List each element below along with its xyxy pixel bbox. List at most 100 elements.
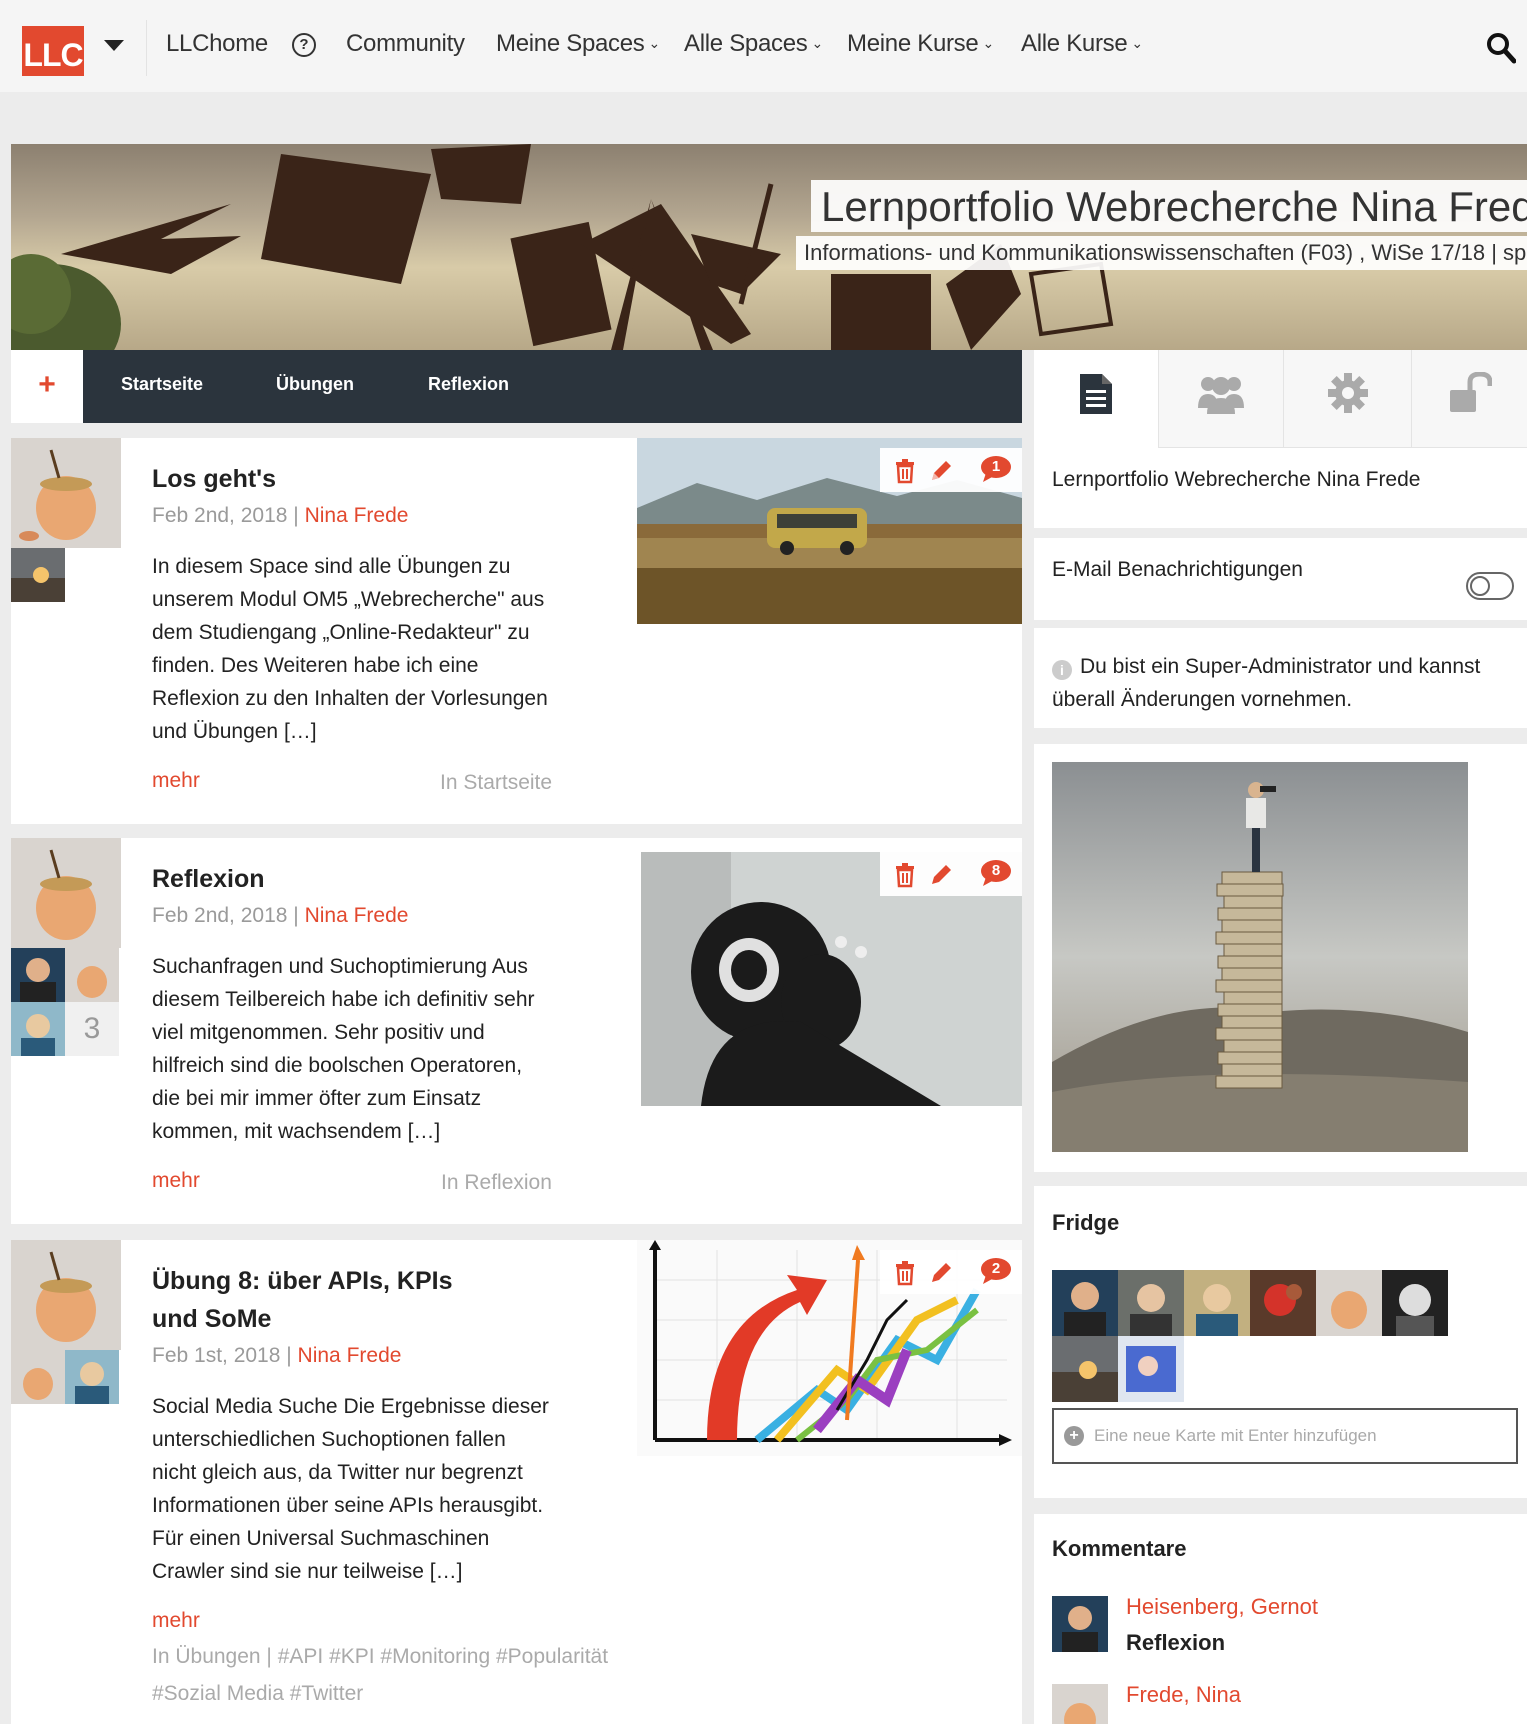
search-icon[interactable]	[1486, 32, 1516, 64]
post-image[interactable]: 8	[641, 852, 1022, 1106]
fridge-card[interactable]	[1052, 1336, 1118, 1402]
pencil-icon[interactable]	[928, 1260, 954, 1286]
post-category[interactable]: In Reflexion	[441, 1171, 552, 1195]
blog-post: 3 Reflexion Feb 2nd, 2018 | Nina Frede S…	[11, 838, 1022, 1224]
fridge-card[interactable]	[1118, 1336, 1184, 1402]
participant-avatar[interactable]	[11, 1002, 65, 1056]
tab-document[interactable]	[1034, 350, 1159, 448]
nav-community-link[interactable]: Community	[346, 30, 465, 58]
read-more-link[interactable]: mehr	[152, 1169, 200, 1193]
post-excerpt: Social Media Suche Die Ergebnisse dieser…	[152, 1395, 549, 1583]
post-actions: 8	[880, 852, 1022, 896]
space-title: Lernportfolio Webrecherche Nina Frede	[811, 180, 1527, 232]
nav-divider	[146, 20, 147, 76]
post-excerpt: In diesem Space sind alle Übungen zu uns…	[152, 555, 548, 743]
space-subtitle: Informations- und Kommunikationswissensc…	[796, 236, 1527, 270]
comment-author-link[interactable]: Frede, Nina	[1126, 1682, 1241, 1708]
tab-settings[interactable]	[1284, 350, 1412, 448]
unlock-icon	[1449, 372, 1492, 412]
pencil-icon[interactable]	[928, 458, 954, 484]
chevron-down-icon: ⌄	[1131, 35, 1143, 51]
admin-info-text: i Du bist ein Super-Administrator und kan…	[1052, 655, 1481, 711]
email-notification-panel: E-Mail Benachrichtigungen	[1034, 538, 1527, 620]
comment-count-badge[interactable]: 1	[980, 455, 1012, 483]
sidebar-space-title: Lernportfolio Webrecherche Nina Frede	[1052, 468, 1421, 491]
tab-reflexion[interactable]: Reflexion	[428, 374, 509, 395]
fridge-card[interactable]	[1118, 1270, 1184, 1336]
participant-avatar[interactable]	[65, 1350, 119, 1404]
fridge-card[interactable]	[1250, 1270, 1316, 1336]
comment-post-title[interactable]: Reflexion	[1126, 1630, 1225, 1656]
chevron-down-icon: ⌄	[648, 35, 661, 51]
comments-panel: Kommentare Heisenberg, Gernot Reflexion …	[1034, 1514, 1527, 1724]
post-author-link[interactable]: Nina Frede	[298, 1344, 402, 1367]
sidebar-tabs	[1034, 350, 1527, 448]
add-card-input[interactable]: + Eine neue Karte mit Enter hinzufügen	[1052, 1408, 1518, 1464]
info-icon: i	[1052, 660, 1072, 680]
commenter-avatar[interactable]	[1052, 1596, 1108, 1652]
space-tab-bar: Startseite Übungen Reflexion	[83, 350, 1022, 423]
fridge-card[interactable]	[1184, 1270, 1250, 1336]
space-cover-image[interactable]	[1052, 762, 1468, 1152]
top-navigation: LLC LLChome ? Community Meine Spaces ⌄ Al…	[0, 0, 1527, 92]
trash-icon[interactable]	[892, 1260, 918, 1286]
comment-author-link[interactable]: Heisenberg, Gernot	[1126, 1594, 1318, 1620]
nav-all-spaces-menu[interactable]: Alle Spaces ⌄	[684, 30, 823, 58]
blog-post: Los geht's Feb 2nd, 2018 | Nina Frede In…	[11, 438, 1022, 824]
read-more-link[interactable]: mehr	[152, 769, 200, 793]
participant-avatar[interactable]	[11, 1350, 65, 1404]
comment-count-badge[interactable]: 2	[980, 1257, 1012, 1285]
caret-down-icon[interactable]	[104, 40, 124, 51]
post-actions: 2	[880, 1250, 1022, 1294]
space-image-panel	[1034, 744, 1527, 1172]
comment-count-badge[interactable]: 8	[980, 859, 1012, 887]
add-page-button[interactable]: +	[11, 350, 83, 423]
tab-members[interactable]	[1159, 350, 1284, 448]
llc-logo[interactable]: LLC	[22, 26, 84, 76]
post-title[interactable]: Übung 8: über APIs, KPIs und SoMe	[152, 1262, 472, 1338]
post-meta: Feb 2nd, 2018 | Nina Frede	[152, 904, 409, 927]
author-avatar[interactable]	[11, 838, 121, 948]
post-meta: Feb 1st, 2018 | Nina Frede	[152, 1344, 402, 1367]
fridge-card[interactable]	[1316, 1270, 1382, 1336]
blog-post: Übung 8: über APIs, KPIs und SoMe Feb 1s…	[11, 1240, 1022, 1724]
trash-icon[interactable]	[892, 862, 918, 888]
tab-permissions[interactable]	[1412, 350, 1527, 448]
trash-icon[interactable]	[892, 458, 918, 484]
read-more-link[interactable]: mehr	[152, 1609, 200, 1633]
author-avatar[interactable]	[11, 1240, 121, 1350]
author-avatar[interactable]	[11, 438, 121, 548]
fridge-card[interactable]	[1052, 1270, 1118, 1336]
pencil-icon[interactable]	[928, 862, 954, 888]
fridge-panel: Fridge + Eine neue Karte mit Enter hinzuf…	[1034, 1186, 1527, 1498]
users-icon	[1198, 377, 1244, 414]
help-icon[interactable]: ?	[292, 33, 316, 57]
nav-home-link[interactable]: LLChome	[166, 30, 268, 58]
fridge-heading: Fridge	[1052, 1210, 1120, 1235]
tab-startseite[interactable]: Startseite	[121, 374, 203, 395]
email-notification-toggle[interactable]	[1466, 572, 1514, 600]
post-title[interactable]: Los geht's	[152, 460, 276, 498]
post-author-link[interactable]: Nina Frede	[305, 504, 409, 527]
chevron-down-icon: ⌄	[982, 35, 994, 51]
post-image[interactable]: 2	[637, 1240, 1022, 1456]
participant-avatar[interactable]	[65, 948, 119, 1002]
post-actions: 1	[880, 448, 1022, 492]
plus-circle-icon: +	[1064, 1426, 1084, 1446]
post-author-link[interactable]: Nina Frede	[305, 904, 409, 927]
post-category[interactable]: In Startseite	[440, 771, 552, 795]
nav-my-spaces-menu[interactable]: Meine Spaces ⌄	[496, 30, 660, 58]
more-participants-count[interactable]: 3	[65, 1002, 119, 1056]
admin-info-panel: i Du bist ein Super-Administrator und kan…	[1034, 628, 1527, 728]
nav-my-courses-menu[interactable]: Meine Kurse ⌄	[847, 30, 994, 58]
participant-avatar[interactable]	[11, 948, 65, 1002]
nav-all-courses-menu[interactable]: Alle Kurse ⌄	[1021, 30, 1143, 58]
commenter-avatar[interactable]	[1052, 1684, 1108, 1724]
participant-avatar[interactable]	[11, 548, 65, 602]
document-icon	[1080, 374, 1112, 414]
post-image[interactable]: 1	[637, 438, 1022, 624]
tab-uebungen[interactable]: Übungen	[276, 374, 354, 395]
post-category-tags[interactable]: In Übungen | #API #KPI #Monitoring #Popu…	[152, 1638, 612, 1712]
fridge-card[interactable]	[1382, 1270, 1448, 1336]
post-title[interactable]: Reflexion	[152, 860, 265, 898]
